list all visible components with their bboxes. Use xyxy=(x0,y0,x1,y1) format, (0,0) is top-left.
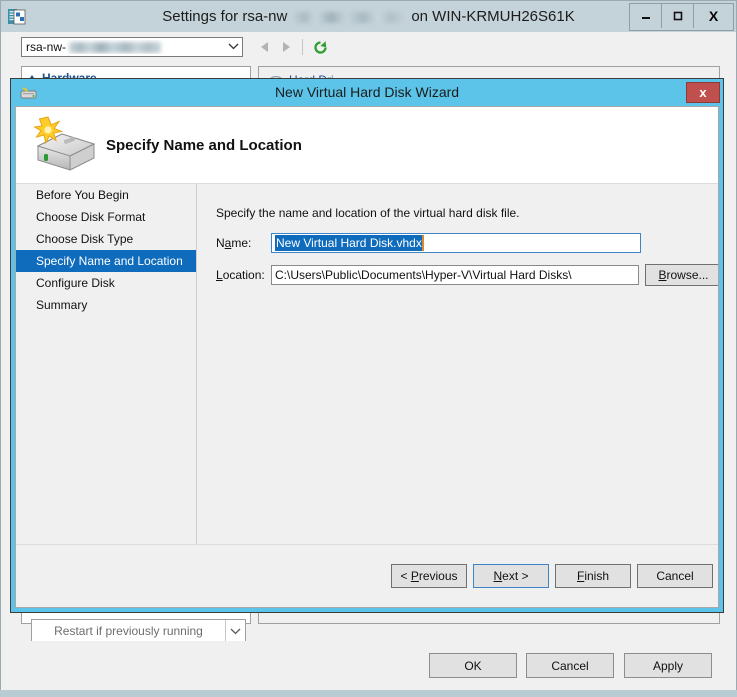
name-input-value: New Virtual Hard Disk.vhdx xyxy=(275,235,424,251)
wizard-close-button[interactable]: x xyxy=(686,82,720,103)
settings-window-controls: X xyxy=(629,3,734,31)
previous-button-label: < Previous xyxy=(400,569,458,583)
wizard-cancel-button[interactable]: Cancel xyxy=(637,564,713,588)
close-icon: x xyxy=(699,85,707,100)
back-button[interactable] xyxy=(253,36,275,58)
wizard-title: New Virtual Hard Disk Wizard xyxy=(274,84,460,100)
desktop-background-strip xyxy=(0,690,737,697)
wizard-step-list: Before You Begin Choose Disk Format Choo… xyxy=(16,184,197,544)
browse-button[interactable]: Browse... xyxy=(645,264,718,286)
vm-selector-value: rsa-nw-xxxxxxx xyxy=(26,40,225,54)
content-intro-text: Specify the name and location of the vir… xyxy=(216,206,520,220)
settings-footer: OK Cancel Apply xyxy=(1,641,736,691)
triangle-right-icon xyxy=(282,42,290,52)
ok-button[interactable]: OK xyxy=(429,653,517,678)
browse-button-label: Browse... xyxy=(658,268,709,282)
chevron-down-icon xyxy=(225,620,245,642)
refresh-button[interactable] xyxy=(308,36,332,58)
settings-window-title: Settings for rsa-nwxxxxxxxxxxon WIN-KRMU… xyxy=(1,1,736,32)
settings-document-icon xyxy=(6,6,28,28)
vm-selector-combobox[interactable]: rsa-nw-xxxxxxx xyxy=(21,37,243,57)
finish-button-label: Finish xyxy=(576,569,610,583)
wizard-step-configure-disk[interactable]: Configure Disk xyxy=(16,272,196,294)
redacted-vm-name: xxxxxxxxxx xyxy=(290,11,409,23)
settings-title-suffix: on WIN-KRMUH26S61K xyxy=(411,8,575,25)
name-input[interactable]: New Virtual Hard Disk.vhdx xyxy=(271,233,641,253)
name-label: Name: xyxy=(216,236,252,250)
previous-button[interactable]: < Previous xyxy=(391,564,467,588)
location-label: Location: xyxy=(216,268,265,282)
automatic-start-action-value: Restart if previously running xyxy=(54,624,203,638)
apply-button[interactable]: Apply xyxy=(624,653,712,678)
wizard-content-pane: Specify the name and location of the vir… xyxy=(197,184,718,544)
wizard-step-choose-disk-type[interactable]: Choose Disk Type xyxy=(16,228,196,250)
close-button[interactable]: X xyxy=(694,4,733,28)
refresh-icon xyxy=(313,40,327,54)
name-field-row: Name: New Virtual Hard Disk.vhdx xyxy=(216,233,641,253)
maximize-button[interactable] xyxy=(662,4,694,28)
settings-titlebar: Settings for rsa-nwxxxxxxxxxxon WIN-KRMU… xyxy=(1,1,736,32)
location-input-value: C:\Users\Public\Documents\Hyper-V\Virtua… xyxy=(275,268,572,282)
new-virtual-hard-disk-wizard-dialog: New Virtual Hard Disk Wizard x Specify N… xyxy=(10,78,724,613)
hard-disk-icon xyxy=(19,84,39,102)
wizard-body: Specify Name and Location Before You Beg… xyxy=(15,106,719,608)
settings-toolbar: rsa-nw-xxxxxxx xyxy=(1,32,736,62)
wizard-header: Specify Name and Location xyxy=(16,107,718,184)
wizard-step-before-you-begin[interactable]: Before You Begin xyxy=(16,184,196,206)
wizard-footer: < Previous Next > Finish Cancel xyxy=(16,544,718,607)
wizard-page-title: Specify Name and Location xyxy=(106,136,302,154)
location-input[interactable]: C:\Users\Public\Documents\Hyper-V\Virtua… xyxy=(271,265,639,285)
redacted-vm-name-combo: xxxxxxx xyxy=(69,42,162,54)
minimize-button[interactable] xyxy=(630,4,662,28)
wizard-step-choose-disk-format[interactable]: Choose Disk Format xyxy=(16,206,196,228)
next-button-label: Next > xyxy=(493,569,529,583)
new-hard-disk-icon xyxy=(28,116,100,174)
toolbar-separator xyxy=(302,39,303,55)
automatic-start-action-combobox[interactable]: Restart if previously running xyxy=(31,619,246,643)
wizard-step-specify-name-and-location[interactable]: Specify Name and Location xyxy=(16,250,196,272)
wizard-titlebar: New Virtual Hard Disk Wizard x xyxy=(11,79,723,106)
forward-button[interactable] xyxy=(275,36,297,58)
wizard-step-summary[interactable]: Summary xyxy=(16,294,196,316)
chevron-down-icon xyxy=(225,42,242,53)
next-button[interactable]: Next > xyxy=(473,564,549,588)
cancel-button[interactable]: Cancel xyxy=(526,653,614,678)
triangle-left-icon xyxy=(260,42,268,52)
location-field-row: Location: C:\Users\Public\Documents\Hype… xyxy=(216,264,718,286)
close-icon: X xyxy=(708,8,719,24)
settings-title-prefix: Settings for rsa-nw xyxy=(162,8,288,25)
finish-button[interactable]: Finish xyxy=(555,564,631,588)
